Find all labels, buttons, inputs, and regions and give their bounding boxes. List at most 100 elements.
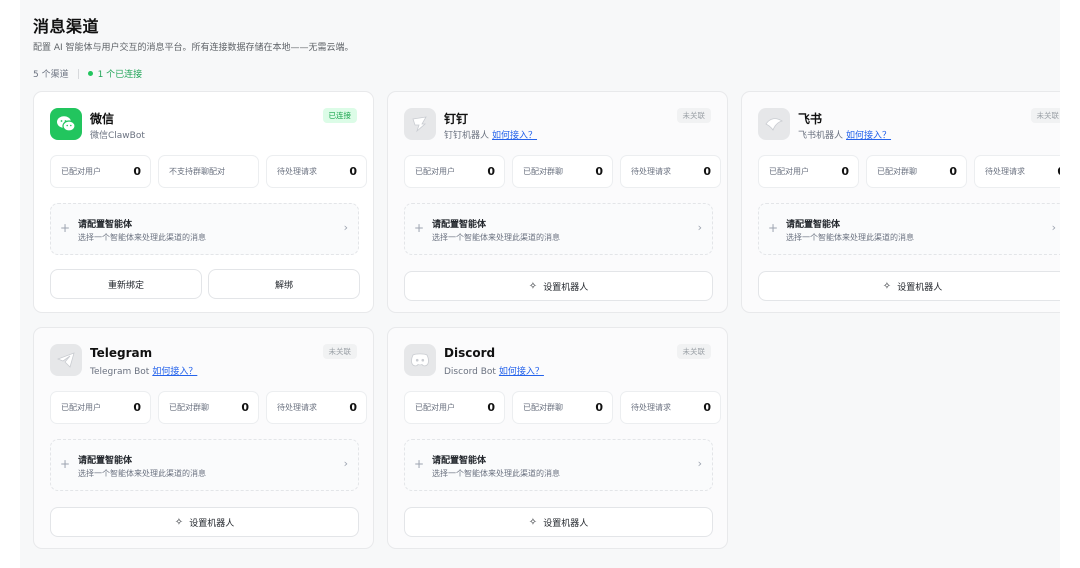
stat-label: 已配对用户 — [415, 403, 455, 412]
stat-value: 0 — [133, 401, 141, 414]
stats-row: 已配对用户 0 已配对群聊 0 待处理请求 0 — [404, 155, 721, 188]
stat-label: 待处理请求 — [277, 403, 317, 412]
agent-title: 请配置智能体 — [432, 456, 487, 466]
configure-agent-button[interactable]: + 请配置智能体 选择一个智能体来处理此渠道的消息 › — [758, 203, 1060, 255]
telegram-icon — [50, 344, 82, 376]
setup-bot-button[interactable]: ✧ 设置机器人 — [404, 271, 713, 301]
stat-label: 已配对群聊 — [877, 167, 917, 176]
stat-pending-requests: 待处理请求 0 — [974, 155, 1060, 188]
stat-paired-groups: 已配对群聊 0 — [158, 391, 259, 424]
discord-icon — [404, 344, 436, 376]
how-to-connect-link[interactable]: 如何接入？ — [499, 367, 544, 377]
stat-label: 已配对群聊 — [523, 403, 563, 412]
channel-name: Telegram — [90, 346, 153, 360]
chevron-right-icon: › — [697, 457, 702, 470]
stat-label: 不支持群聊配对 — [169, 167, 225, 176]
chevron-right-icon: › — [1051, 221, 1056, 234]
stat-label: 已配对用户 — [61, 167, 101, 176]
wechat-icon — [50, 108, 82, 140]
channel-name: 飞书 — [798, 112, 823, 126]
channel-subtitle-text: 飞书机器人 — [798, 131, 844, 141]
stat-label: 待处理请求 — [985, 167, 1025, 176]
agent-title: 请配置智能体 — [786, 220, 841, 230]
stat-label: 已配对用户 — [769, 167, 809, 176]
setup-bot-button[interactable]: ✧ 设置机器人 — [404, 507, 713, 537]
channel-subtitle: Discord Bot 如何接入？ — [444, 364, 544, 377]
agent-title: 请配置智能体 — [78, 220, 133, 230]
stat-label: 待处理请求 — [631, 403, 671, 412]
stat-label: 待处理请求 — [277, 167, 317, 176]
stat-label: 已配对用户 — [415, 167, 455, 176]
page-title: 消息渠道 — [33, 17, 100, 36]
channel-subtitle: Telegram Bot 如何接入？ — [90, 364, 197, 377]
channel-count: 5 个渠道 — [33, 70, 69, 80]
stat-value: 0 — [487, 401, 495, 414]
stat-group-pairing: 不支持群聊配对 — [158, 155, 259, 188]
connected-count-label: 1 个已连接 — [97, 70, 143, 80]
configure-agent-button[interactable]: + 请配置智能体 选择一个智能体来处理此渠道的消息 › — [404, 439, 713, 491]
unbind-button[interactable]: 解绑 — [208, 269, 360, 299]
channel-card-dingtalk: 钉钉 钉钉机器人 如何接入？ 未关联 已配对用户 0 已配对群聊 0 待处理请求 … — [387, 91, 728, 313]
plus-icon: + — [414, 457, 425, 471]
setup-bot-button[interactable]: ✧ 设置机器人 — [758, 271, 1060, 301]
stat-paired-users: 已配对用户 0 — [404, 155, 505, 188]
stats-row: 已配对用户 0 不支持群聊配对 待处理请求 0 — [50, 155, 367, 188]
configure-agent-button[interactable]: + 请配置智能体 选择一个智能体来处理此渠道的消息 › — [404, 203, 713, 255]
stat-value: 0 — [1057, 165, 1060, 178]
plus-icon: + — [60, 221, 71, 235]
stat-paired-users: 已配对用户 0 — [50, 155, 151, 188]
channel-subtitle-text: 钉钉机器人 — [444, 131, 490, 141]
setup-bot-label: 设置机器人 — [189, 518, 235, 529]
connected-count: 1 个已连接 — [87, 67, 143, 80]
stat-pending-requests: 待处理请求 0 — [620, 391, 721, 424]
stat-value: 0 — [241, 401, 249, 414]
sparkle-icon: ✧ — [174, 516, 184, 528]
stat-paired-groups: 已配对群聊 0 — [866, 155, 967, 188]
channel-subtitle-text: Discord Bot — [444, 367, 496, 377]
status-badge: 未关联 — [322, 344, 357, 359]
stat-label: 已配对群聊 — [523, 167, 563, 176]
summary-divider — [77, 68, 79, 79]
stat-pending-requests: 待处理请求 0 — [620, 155, 721, 188]
channel-name: 钉钉 — [444, 112, 469, 126]
plus-icon: + — [768, 221, 779, 235]
chevron-right-icon: › — [697, 221, 702, 234]
sparkle-icon: ✧ — [528, 280, 538, 292]
plus-icon: + — [414, 221, 425, 235]
channel-name: Discord — [444, 346, 496, 360]
status-badge: 已连接 — [322, 108, 357, 123]
stat-paired-users: 已配对用户 0 — [404, 391, 505, 424]
stats-row: 已配对用户 0 已配对群聊 0 待处理请求 0 — [50, 391, 367, 424]
stat-value: 0 — [703, 401, 711, 414]
configure-agent-button[interactable]: + 请配置智能体 选择一个智能体来处理此渠道的消息 › — [50, 439, 359, 491]
stat-label: 已配对群聊 — [169, 403, 209, 412]
rebind-button[interactable]: 重新绑定 — [50, 269, 202, 299]
feishu-icon — [758, 108, 790, 140]
how-to-connect-link[interactable]: 如何接入？ — [492, 131, 537, 141]
how-to-connect-link[interactable]: 如何接入？ — [152, 367, 197, 377]
agent-desc: 选择一个智能体来处理此渠道的消息 — [432, 233, 560, 242]
page-subtitle: 配置 AI 智能体与用户交互的消息平台。所有连接数据存储在本地——无需云端。 — [33, 43, 354, 53]
channel-name: 微信 — [90, 112, 115, 126]
setup-bot-label: 设置机器人 — [543, 282, 589, 293]
agent-title: 请配置智能体 — [78, 456, 133, 466]
how-to-connect-link[interactable]: 如何接入？ — [846, 131, 891, 141]
stat-value: 0 — [595, 401, 603, 414]
stat-value: 0 — [487, 165, 495, 178]
stat-label: 已配对用户 — [61, 403, 101, 412]
connected-dot-icon — [87, 71, 93, 76]
channel-card-telegram: Telegram Telegram Bot 如何接入？ 未关联 已配对用户 0 已… — [33, 327, 374, 549]
configure-agent-button[interactable]: + 请配置智能体 选择一个智能体来处理此渠道的消息 › — [50, 203, 359, 255]
stat-paired-users: 已配对用户 0 — [758, 155, 859, 188]
status-badge: 未关联 — [1030, 108, 1060, 123]
stat-label: 待处理请求 — [631, 167, 671, 176]
stat-paired-users: 已配对用户 0 — [50, 391, 151, 424]
setup-bot-button[interactable]: ✧ 设置机器人 — [50, 507, 359, 537]
stat-pending-requests: 待处理请求 0 — [266, 391, 367, 424]
channel-card-feishu: 飞书 飞书机器人 如何接入？ 未关联 已配对用户 0 已配对群聊 0 待处理请求 … — [741, 91, 1060, 313]
channel-subtitle: 微信ClawBot — [90, 128, 145, 141]
setup-bot-label: 设置机器人 — [543, 518, 589, 529]
stats-row: 已配对用户 0 已配对群聊 0 待处理请求 0 — [758, 155, 1060, 188]
status-badge: 未关联 — [676, 344, 711, 359]
agent-desc: 选择一个智能体来处理此渠道的消息 — [786, 233, 914, 242]
